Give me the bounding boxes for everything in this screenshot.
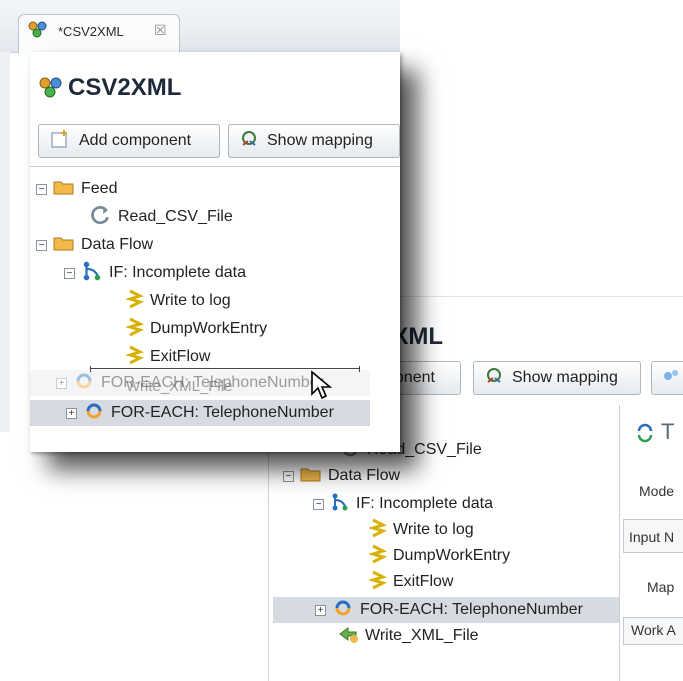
expand-icon[interactable]: + xyxy=(315,604,326,616)
expand-icon: + xyxy=(56,377,67,389)
tree-label: IF: Incomplete data xyxy=(109,264,246,281)
collapse-icon[interactable]: − xyxy=(36,239,47,251)
tree-label: ExitFlow xyxy=(393,573,454,590)
action-icon xyxy=(124,317,145,342)
tree-item-read-csv[interactable]: Read_CSV_File xyxy=(90,204,233,230)
components-icon xyxy=(38,76,64,103)
tree-item-dump-work[interactable]: DumpWorkEntry xyxy=(367,543,511,569)
work-label: Work A xyxy=(631,622,676,638)
tree-label: Write_XML_File xyxy=(365,627,479,644)
tree-item-feed[interactable]: − Feed xyxy=(36,176,117,202)
input-label: Input N xyxy=(629,529,675,545)
tree-item-data-flow[interactable]: − Data Flow xyxy=(283,463,400,489)
toolbar-divider xyxy=(30,166,400,167)
collapse-icon[interactable]: − xyxy=(64,267,75,279)
tree-item-data-flow[interactable]: − Data Flow xyxy=(36,232,153,258)
action-icon xyxy=(124,345,145,370)
show-mapping-button[interactable]: Show mapping xyxy=(228,124,400,158)
left-edge xyxy=(0,52,10,432)
refresh-icon xyxy=(90,204,112,231)
collapse-icon[interactable]: − xyxy=(36,183,47,195)
right-title: T xyxy=(661,419,675,444)
tree-item-for-each[interactable]: + FOR-EACH: TelephoneNumber xyxy=(273,597,619,623)
tree-item-if-incomplete[interactable]: − IF: Incomplete data xyxy=(64,260,246,286)
tree-label: Write to log xyxy=(393,521,474,538)
network-icon xyxy=(662,367,680,390)
close-icon[interactable]: ☒ xyxy=(154,22,167,39)
transform-icon xyxy=(635,423,655,448)
branch-icon xyxy=(81,260,103,287)
page-title: CSV2XML xyxy=(68,74,182,101)
drop-indicator-cap-right xyxy=(359,366,360,372)
collapse-icon[interactable]: − xyxy=(313,498,324,510)
tree-label: Read_CSV_File xyxy=(118,208,233,225)
tree-label: Data Flow xyxy=(328,467,401,484)
show-mapping-button[interactable]: Show mapping xyxy=(473,361,641,395)
mapping-icon xyxy=(239,129,259,154)
map-label: Map xyxy=(647,579,675,595)
tree-label: Write to log xyxy=(150,292,231,309)
tree-label: FOR-EACH: TelephoneNumber xyxy=(360,601,583,618)
folder-icon xyxy=(53,234,75,257)
pane-divider xyxy=(619,405,620,681)
action-icon xyxy=(367,570,388,595)
tree-label: Data Flow xyxy=(81,236,154,253)
tree-item-dump-work[interactable]: DumpWorkEntry xyxy=(124,316,268,342)
folder-icon xyxy=(300,465,322,488)
tree-label: IF: Incomplete data xyxy=(356,495,493,512)
expand-icon[interactable]: + xyxy=(66,407,77,419)
mapping-icon xyxy=(484,366,504,391)
mode-label: Mode xyxy=(639,483,675,499)
add-component-label: Add component xyxy=(79,132,192,149)
tree-item-write-log[interactable]: Write to log xyxy=(124,288,231,314)
branch-icon xyxy=(330,492,350,517)
show-mapping-label: Show mapping xyxy=(512,369,618,386)
tree-item-write-log[interactable]: Write to log xyxy=(367,517,474,543)
tree-item-exit-flow[interactable]: ExitFlow xyxy=(124,344,211,370)
add-component-button[interactable]: Add component xyxy=(38,124,220,158)
loop-icon xyxy=(332,598,354,623)
drop-indicator-cap-left xyxy=(90,366,91,372)
front-editor-panel: CSV2XML Add component Show mapping − Fee… xyxy=(30,52,400,452)
show-mapping-label: Show mapping xyxy=(267,132,373,149)
action-icon xyxy=(124,289,145,314)
drop-indicator xyxy=(90,368,360,369)
tree-label: FOR-EACH: TelephoneNumber xyxy=(111,404,334,421)
add-component-icon xyxy=(49,128,71,155)
action-icon xyxy=(367,544,388,569)
components-icon xyxy=(27,20,49,43)
tree-item-if-incomplete[interactable]: − IF: Incomplete data xyxy=(313,491,493,517)
action-icon xyxy=(367,518,388,543)
write-xml-icon xyxy=(337,624,359,649)
tree-label: DumpWorkEntry xyxy=(393,547,511,564)
loop-icon xyxy=(83,401,105,426)
tree-label: ExitFlow xyxy=(150,348,211,365)
tree-label: Feed xyxy=(81,180,118,197)
tree-label: DumpWorkEntry xyxy=(150,320,268,337)
tree-item-write-xml[interactable]: Write_XML_File xyxy=(337,623,479,649)
extra-toolbar-button[interactable] xyxy=(651,361,683,395)
folder-icon xyxy=(53,178,75,201)
collapse-icon[interactable]: − xyxy=(283,470,294,482)
drag-ghost-label-2: Write_XML_File xyxy=(126,378,233,395)
mouse-pointer-icon xyxy=(310,370,333,405)
editor-tab-label: *CSV2XML xyxy=(58,24,124,39)
tree-item-exit-flow[interactable]: ExitFlow xyxy=(367,569,454,595)
loop-icon xyxy=(73,371,95,396)
